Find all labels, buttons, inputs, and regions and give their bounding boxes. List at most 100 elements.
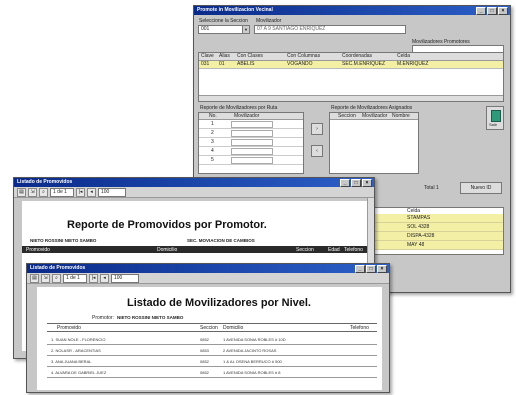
prev-page-icon[interactable]: ◂: [100, 273, 109, 283]
table-row[interactable]: 4. ALVARA DE GABRIEL JUEZ 0852 1 AVENIDA S…: [47, 367, 377, 378]
column-domicilio: Domicilio: [157, 247, 178, 253]
movilizador-field-value: 07 A 9 SANTIAGO ENRIQUEZ: [257, 26, 326, 32]
column-edad: Edad: [328, 247, 340, 253]
page-combo-value: 1 de 1: [66, 274, 80, 281]
column-telefono: Telefono: [344, 247, 363, 253]
close-button[interactable]: ×: [498, 7, 508, 15]
window-title: Listado de Promovidos: [17, 179, 73, 185]
movilizador-cell[interactable]: [231, 148, 273, 155]
export-icon[interactable]: ⇲: [41, 273, 50, 283]
prev-page-icon[interactable]: ◂: [87, 187, 96, 197]
table-row[interactable]: STAMPAS: [365, 214, 503, 223]
list-item[interactable]: 1: [199, 120, 303, 129]
report-title: Listado de Movilizadores por Nivel.: [127, 297, 311, 309]
table-cell: VOGANDO: [287, 61, 313, 67]
right-panel-grid: Seccion Movilizador Nombre: [329, 112, 419, 174]
maximize-button[interactable]: □: [351, 179, 361, 187]
row-number: 5: [211, 157, 214, 163]
movilizacion-titlebar[interactable]: Promote in Movilizacion Vecinal _ □ ×: [194, 6, 510, 15]
promovidos-titlebar[interactable]: Listado de Promovidos _ □ ×: [14, 178, 374, 187]
exit-button-label: Salir: [489, 122, 498, 127]
page-combo[interactable]: 1 de 1: [50, 187, 74, 197]
movilizador-cell[interactable]: [231, 121, 273, 128]
maximize-button[interactable]: □: [487, 7, 497, 15]
domicilio-cell: 1 AVENIDA SONIA ROBLES # 8: [223, 370, 281, 375]
table-cell: ABELIS: [237, 61, 255, 67]
promotor-name: NIETO ROSSINI NIETO SAMBO: [117, 315, 184, 320]
maximize-button[interactable]: □: [366, 265, 376, 273]
seccion-combo[interactable]: 001 ▼: [198, 25, 250, 34]
movilizador-cell[interactable]: [231, 157, 273, 164]
right-header-movilizador: Movilizador: [362, 113, 388, 119]
list-item[interactable]: 5: [199, 156, 303, 165]
table-row[interactable]: 3. ANA JUANA BERAL 0852 1 & AL OSENA BERRU…: [47, 356, 377, 367]
table-header-alias: Alias: [219, 53, 230, 59]
movilizador-cell[interactable]: [231, 130, 273, 137]
table-row[interactable]: MAY 48: [365, 241, 503, 250]
movilizador-field[interactable]: 07 A 9 SANTIAGO ENRIQUEZ: [254, 25, 406, 34]
move-left-button[interactable]: ‹: [311, 145, 323, 157]
table-row[interactable]: DISPA-4328: [365, 232, 503, 241]
exit-door-icon: [491, 110, 501, 122]
total-count: Total 1: [424, 185, 439, 191]
column-domicilio: Domicilio: [223, 325, 244, 331]
domicilio-cell: 1 AVENIDA SONIA ROBLES # 10D: [223, 337, 286, 342]
list-item[interactable]: 4: [199, 147, 303, 156]
zoom-combo[interactable]: 100: [111, 273, 139, 283]
horizontal-scrollbar[interactable]: [199, 95, 503, 101]
movilizadores-table: Clave Alias Con Clases Con Columnas Coor…: [198, 52, 504, 102]
table-header-columnas: Con Columnas: [287, 53, 321, 59]
row-number: 4: [211, 148, 214, 154]
table-row[interactable]: 2. NOLASR - ARACENTIAS 0853 2 AVENIDA JACI…: [47, 345, 377, 356]
table-header-coordenadas: Coordenadas: [342, 53, 373, 59]
domicilio-cell: 1 & AL OSENA BERRUCO # 500: [223, 359, 282, 364]
table-row[interactable]: 1. SUAN NOLE - FLORENCIO 0852 1 AVENIDA SO…: [47, 334, 377, 345]
report-toolbar: ▤ ⇲ ⌕ 1 de 1 |◂ ◂ 100: [27, 273, 389, 284]
seccion-cell: 0852: [200, 337, 209, 342]
zoom-value: 100: [101, 188, 110, 195]
export-icon[interactable]: ⇲: [28, 187, 37, 197]
close-button[interactable]: ×: [362, 179, 372, 187]
seccion-cell: 0852: [200, 370, 209, 375]
movilizador-cell[interactable]: [231, 139, 273, 146]
table-row[interactable]: 031 01 ABELIS VOGANDO SEC.M.ENRIQUEZ M.E…: [199, 61, 503, 69]
nuevo-id-button[interactable]: Nuevo ID: [460, 182, 502, 194]
zoom-combo[interactable]: 100: [98, 187, 126, 197]
chevron-down-icon[interactable]: ▼: [242, 26, 249, 33]
exit-button[interactable]: Salir: [486, 106, 504, 130]
table-row[interactable]: SOL 4328: [365, 223, 503, 232]
promovido-cell: 2. NOLASR - ARACENTIAS: [51, 348, 101, 353]
printer-icon[interactable]: ▤: [17, 187, 26, 197]
close-button[interactable]: ×: [377, 265, 387, 273]
movilizadores-titlebar[interactable]: Listado de Promovidos _ □ ×: [27, 264, 389, 273]
report-column-header: Promovido Domicilio Seccion Edad Telefon…: [22, 246, 367, 253]
minimize-button[interactable]: _: [340, 179, 350, 187]
movilizadores-report-window: Listado de Promovidos _ □ × ▤ ⇲ ⌕ 1 de 1…: [26, 263, 390, 393]
move-right-button[interactable]: ›: [311, 123, 323, 135]
table-cell: SEC.M.ENRIQUEZ: [342, 61, 386, 67]
row-number: 3: [211, 139, 214, 145]
list-item[interactable]: 3: [199, 138, 303, 147]
list-item[interactable]: 2: [199, 129, 303, 138]
zoom-icon[interactable]: ⌕: [39, 187, 48, 197]
minimize-button[interactable]: _: [476, 7, 486, 15]
seccion-combo-value: 001: [201, 26, 210, 32]
first-page-icon[interactable]: |◂: [76, 187, 85, 197]
movilizador-label: Movilizador: [256, 18, 282, 24]
table-header-clases: Con Clases: [237, 53, 263, 59]
report-title: Reporte de Promovidos por Promotor.: [67, 219, 267, 231]
minimize-button[interactable]: _: [355, 265, 365, 273]
column-seccion: Seccion: [296, 247, 314, 253]
promovido-cell: 4. ALVARA DE GABRIEL JUEZ: [51, 370, 107, 375]
table-header-celda: Celda: [397, 53, 411, 59]
celda-value: SOL 4328: [407, 224, 430, 230]
zoom-icon[interactable]: ⌕: [52, 273, 61, 283]
page-combo-value: 1 de 1: [53, 188, 67, 195]
left-header-movilizador: Movilizador: [234, 113, 260, 119]
nuevo-id-label: Nuevo ID: [470, 185, 492, 191]
report-column-header: Promovido Seccion Domicilio Telefono: [47, 323, 377, 332]
printer-icon[interactable]: ▤: [30, 273, 39, 283]
zoom-value: 100: [114, 274, 123, 281]
first-page-icon[interactable]: |◂: [89, 273, 98, 283]
page-combo[interactable]: 1 de 1: [63, 273, 87, 283]
